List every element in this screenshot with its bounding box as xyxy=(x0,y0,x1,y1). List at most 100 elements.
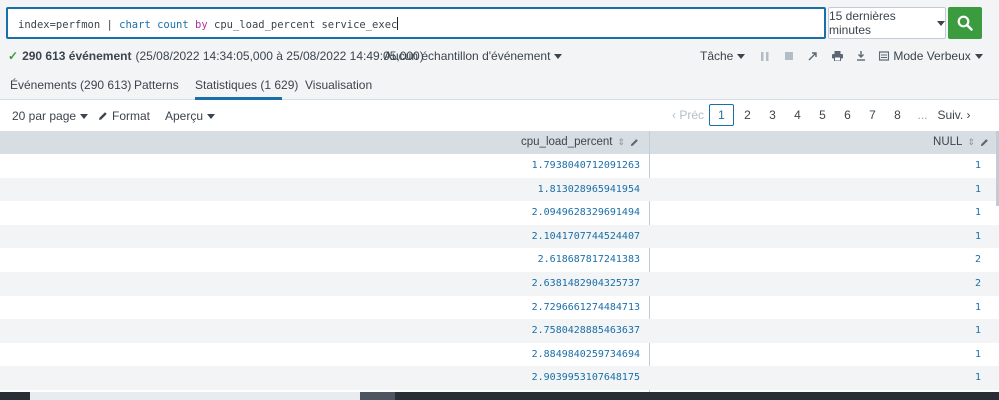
tab-statistics[interactable]: Statistiques (1 629) xyxy=(195,78,298,92)
job-menu[interactable]: Tâche xyxy=(700,49,746,63)
page-button-8[interactable]: 8 xyxy=(885,104,910,126)
tab-visualization[interactable]: Visualisation xyxy=(305,78,372,92)
search-mode-dropdown[interactable]: Mode Verbeux xyxy=(879,49,983,63)
table-row: 2.618687817241383 2 xyxy=(0,248,999,272)
results-tabs: Événements (290 613) Patterns Statistiqu… xyxy=(0,70,999,100)
page-button-4[interactable]: 4 xyxy=(785,104,810,126)
next-page-button[interactable]: Suiv. › xyxy=(935,104,973,126)
search-input[interactable]: index=perfmon | chart count by cpu_load_… xyxy=(6,7,826,39)
prev-page-button[interactable]: ‹ Préc xyxy=(668,104,708,126)
event-summary: ✓ 290 613 événement (25/08/2022 14:34:05… xyxy=(8,49,424,63)
search-button[interactable] xyxy=(948,7,982,39)
table-row: 1.7938040712091263 1 xyxy=(0,154,999,178)
format-button[interactable]: Format xyxy=(98,109,150,123)
page-button-7[interactable]: 7 xyxy=(860,104,885,126)
pencil-icon[interactable] xyxy=(630,138,639,147)
table-row: 2.7580428885463637 1 xyxy=(0,319,999,343)
chevron-down-icon xyxy=(737,53,746,59)
preview-label: Aperçu xyxy=(165,109,204,123)
job-controls: Tâche Mode Verbeux xyxy=(700,47,983,65)
export-icon[interactable] xyxy=(849,51,873,61)
chevron-down-icon xyxy=(937,20,945,26)
taskbar-strip xyxy=(0,392,999,400)
chevron-down-icon xyxy=(80,113,89,119)
table-row: 2.9039953107648175 1 xyxy=(0,366,999,390)
cell-cpu-load[interactable]: 1.7938040712091263 xyxy=(532,160,640,171)
cell-null[interactable]: 1 xyxy=(975,184,981,195)
sort-icon[interactable]: ⇕ xyxy=(967,137,975,148)
cell-null[interactable]: 2 xyxy=(975,254,981,265)
preview-dropdown[interactable]: Aperçu xyxy=(165,109,216,123)
query-token: index=perfmon | xyxy=(18,19,120,31)
chevron-down-icon xyxy=(207,113,216,119)
cell-cpu-load[interactable]: 1.813028965941954 xyxy=(538,184,640,195)
query-token: count xyxy=(157,19,189,31)
cell-null[interactable]: 1 xyxy=(975,372,981,383)
cell-null[interactable]: 1 xyxy=(975,349,981,360)
cell-cpu-load[interactable]: 2.618687817241383 xyxy=(538,254,640,265)
cell-null[interactable]: 2 xyxy=(975,278,981,289)
table-row: 2.1041707744524407 1 xyxy=(0,224,999,249)
search-icon xyxy=(957,15,973,31)
page-button-3[interactable]: 3 xyxy=(760,104,785,126)
event-count: 290 613 événement xyxy=(22,49,132,63)
pencil-icon[interactable] xyxy=(980,138,989,147)
cell-null[interactable]: 1 xyxy=(975,160,981,171)
chevron-down-icon xyxy=(554,53,563,59)
cell-null[interactable]: 1 xyxy=(975,231,981,242)
table-row: 1.813028965941954 1 xyxy=(0,177,999,202)
page-button-5[interactable]: 5 xyxy=(810,104,835,126)
query-token: cpu_load_percent service_exec xyxy=(207,19,398,31)
cell-null[interactable]: 1 xyxy=(975,325,981,336)
share-icon[interactable] xyxy=(801,51,825,61)
table-header: cpu_load_percent ⇕ NULL ⇕ xyxy=(0,131,999,154)
sort-icon[interactable]: ⇕ xyxy=(617,137,625,148)
time-range-label: 15 dernières minutes xyxy=(829,9,896,37)
table-row: 2.8849840259734694 1 xyxy=(0,343,999,367)
table-row: 2.0949628329691494 1 xyxy=(0,201,999,225)
job-label: Tâche xyxy=(700,49,734,63)
page-button-1[interactable]: 1 xyxy=(709,104,734,126)
table-row: 2.7296661274484713 1 xyxy=(0,296,999,320)
table-row: 2.6381482904325737 2 xyxy=(0,271,999,296)
mode-icon xyxy=(879,51,890,61)
cell-cpu-load[interactable]: 2.1041707744524407 xyxy=(532,231,640,242)
cell-cpu-load[interactable]: 2.8849840259734694 xyxy=(532,349,640,360)
search-bar-row: index=perfmon | chart count by cpu_load_… xyxy=(0,0,999,44)
column-header-label: NULL xyxy=(933,136,963,148)
cell-null[interactable]: 1 xyxy=(975,302,981,313)
pause-icon[interactable] xyxy=(753,51,777,61)
cell-null[interactable]: 1 xyxy=(975,207,981,218)
cell-cpu-load[interactable]: 2.7580428885463637 xyxy=(532,325,640,336)
page-button-6[interactable]: 6 xyxy=(835,104,860,126)
pagination: ‹ Préc 1 2 3 4 5 6 7 8 ... Suiv. › xyxy=(668,103,973,127)
pagination-ellipsis: ... xyxy=(917,108,928,122)
sampling-label: Aucun échantillon d'événement xyxy=(384,49,551,63)
format-label: Format xyxy=(112,109,151,123)
column-header-label: cpu_load_percent xyxy=(521,136,613,148)
text-cursor xyxy=(397,17,399,30)
tab-events[interactable]: Événements (290 613) xyxy=(10,78,131,92)
taskbar-segment xyxy=(360,392,395,400)
stop-icon[interactable] xyxy=(777,52,801,60)
job-status-row: ✓ 290 613 événement (25/08/2022 14:34:05… xyxy=(0,44,999,70)
tab-patterns[interactable]: Patterns xyxy=(134,78,179,92)
print-icon[interactable] xyxy=(825,51,849,61)
cell-cpu-load[interactable]: 2.7296661274484713 xyxy=(532,302,640,313)
cell-cpu-load[interactable]: 2.0949628329691494 xyxy=(532,207,640,218)
column-header-null[interactable]: NULL ⇕ xyxy=(933,136,989,148)
time-range-text: (25/08/2022 14:34:05,000 à 25/08/2022 14… xyxy=(135,49,424,63)
cell-cpu-load[interactable]: 2.9039953107648175 xyxy=(532,372,640,383)
sampling-dropdown[interactable]: Aucun échantillon d'événement xyxy=(384,49,563,63)
page-button-2[interactable]: 2 xyxy=(735,104,760,126)
cell-cpu-load[interactable]: 2.6381482904325737 xyxy=(532,278,640,289)
column-header-cpu-load[interactable]: cpu_load_percent ⇕ xyxy=(521,136,639,148)
check-icon: ✓ xyxy=(8,49,19,63)
query-token: by xyxy=(195,19,208,31)
query-token: chart xyxy=(119,19,151,31)
taskbar-segment xyxy=(30,392,360,400)
chevron-down-icon xyxy=(974,53,983,59)
search-query[interactable]: index=perfmon | chart count by cpu_load_… xyxy=(18,17,399,31)
per-page-dropdown[interactable]: 20 par page xyxy=(12,109,89,123)
time-range-picker[interactable]: 15 dernières minutes xyxy=(828,7,946,39)
